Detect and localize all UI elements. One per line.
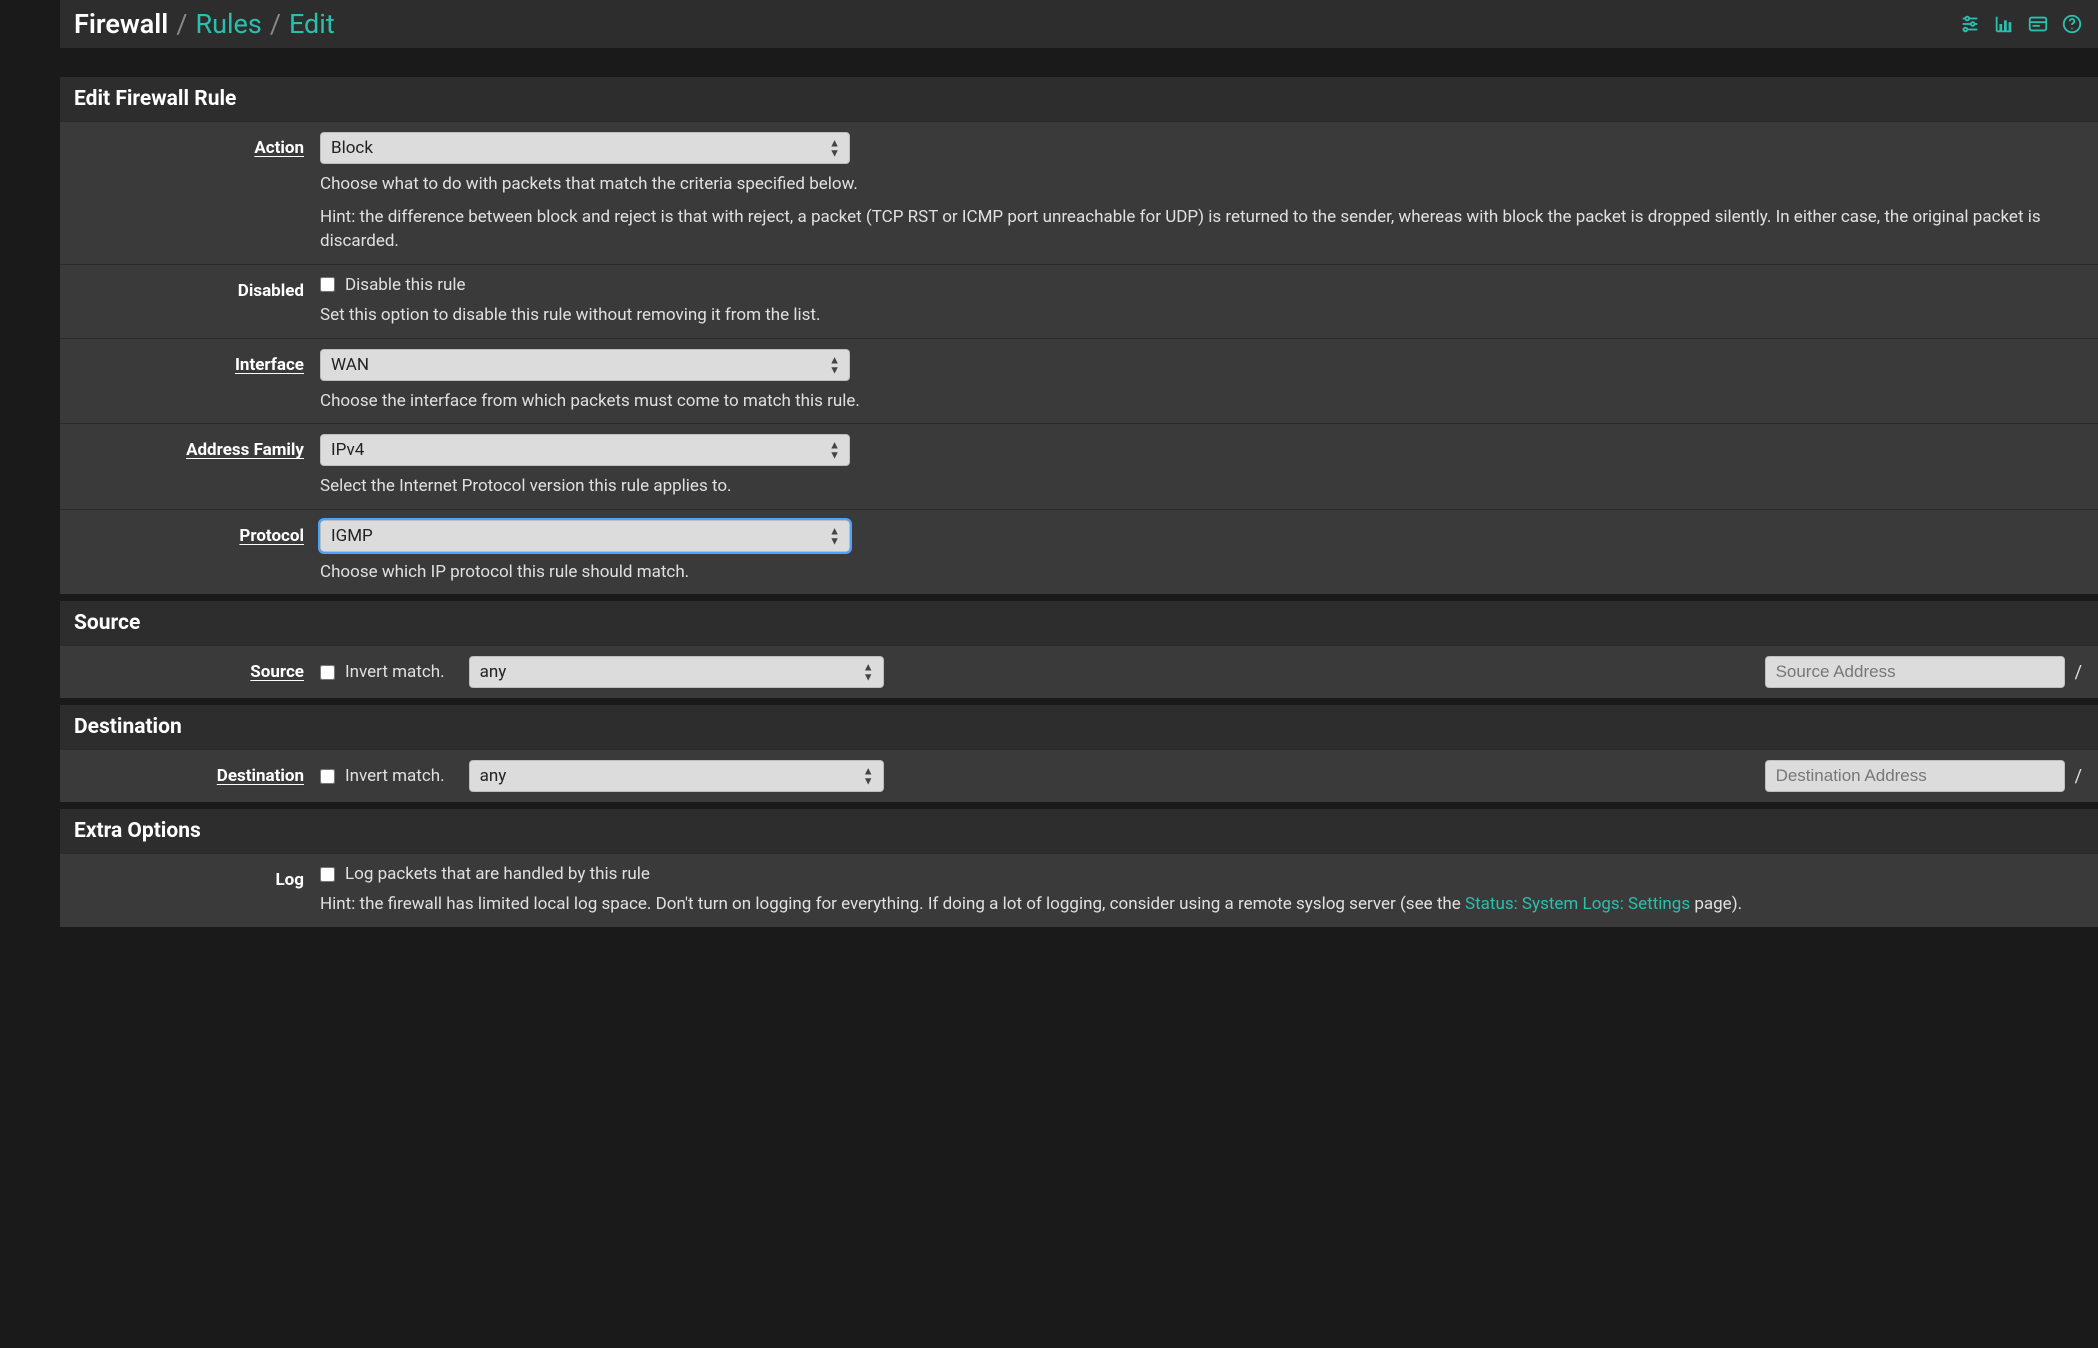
cell-disabled: Disable this rule Set this option to dis… <box>320 275 2098 328</box>
source-addr-group: / <box>1765 656 2084 688</box>
label-log: Log <box>60 864 320 917</box>
destination-addr-group: / <box>1765 760 2084 792</box>
source-type-select[interactable]: any <box>469 656 884 688</box>
destination-type-select-wrap: any ▲▼ <box>469 760 884 792</box>
help-icon[interactable] <box>2060 12 2084 36</box>
row-action: Action Block ▲▼ Choose what to do with p… <box>60 121 2098 264</box>
row-destination: Destination Invert match. any ▲▼ / <box>60 749 2098 802</box>
log-checkbox[interactable] <box>320 867 335 882</box>
destination-invert-label: Invert match. <box>345 766 445 786</box>
row-log: Log Log packets that are handled by this… <box>60 853 2098 927</box>
source-invert-row: Invert match. <box>320 662 445 682</box>
destination-mask-sep: / <box>2073 766 2084 787</box>
breadcrumb-bar: Firewall / Rules / Edit <box>60 0 2098 48</box>
toolbar-icons <box>1958 12 2084 36</box>
label-protocol: Protocol <box>60 520 320 585</box>
interface-select-wrap: WAN ▲▼ <box>320 349 850 381</box>
interface-select[interactable]: WAN <box>320 349 850 381</box>
action-select-wrap: Block ▲▼ <box>320 132 850 164</box>
breadcrumb-sep: / <box>176 8 187 40</box>
source-type-select-wrap: any ▲▼ <box>469 656 884 688</box>
label-interface: Interface <box>60 349 320 414</box>
cell-source: Invert match. any ▲▼ / <box>320 656 2098 688</box>
cell-protocol: IGMP ▲▼ Choose which IP protocol this ru… <box>320 520 2098 585</box>
source-address-input[interactable] <box>1765 656 2065 688</box>
panel-edit-rule: Edit Firewall Rule Action Block ▲▼ Choos… <box>60 76 2098 594</box>
panel-source: Source Source Invert match. any ▲▼ / <box>60 600 2098 698</box>
address-family-select-wrap: IPv4 ▲▼ <box>320 434 850 466</box>
row-interface: Interface WAN ▲▼ Choose the interface fr… <box>60 338 2098 424</box>
destination-match-group: Invert match. any ▲▼ <box>320 760 884 792</box>
breadcrumb-edit-link[interactable]: Edit <box>289 8 335 40</box>
destination-type-select[interactable]: any <box>469 760 884 792</box>
card-icon[interactable] <box>2026 12 2050 36</box>
source-invert-checkbox[interactable] <box>320 665 335 680</box>
interface-help: Choose the interface from which packets … <box>320 389 2084 414</box>
label-source: Source <box>60 656 320 688</box>
row-protocol: Protocol IGMP ▲▼ Choose which IP protoco… <box>60 509 2098 595</box>
destination-address-input[interactable] <box>1765 760 2065 792</box>
cell-interface: WAN ▲▼ Choose the interface from which p… <box>320 349 2098 414</box>
panel-destination: Destination Destination Invert match. an… <box>60 704 2098 802</box>
disabled-checkbox-label: Disable this rule <box>345 275 466 295</box>
panel-header-source: Source <box>60 600 2098 645</box>
source-match-group: Invert match. any ▲▼ <box>320 656 884 688</box>
source-invert-label: Invert match. <box>345 662 445 682</box>
row-source: Source Invert match. any ▲▼ / <box>60 645 2098 698</box>
log-checkbox-label: Log packets that are handled by this rul… <box>345 864 650 884</box>
log-hint-after: page). <box>1690 894 1742 914</box>
breadcrumb-sep: / <box>270 8 281 40</box>
log-hint: Hint: the firewall has limited local log… <box>320 892 2084 917</box>
breadcrumb-rules-link[interactable]: Rules <box>195 8 261 40</box>
action-select[interactable]: Block <box>320 132 850 164</box>
log-checkbox-row: Log packets that are handled by this rul… <box>320 864 2084 884</box>
protocol-select-wrap: IGMP ▲▼ <box>320 520 850 552</box>
label-disabled: Disabled <box>60 275 320 328</box>
action-hint: Hint: the difference between block and r… <box>320 205 2084 254</box>
destination-invert-row: Invert match. <box>320 766 445 786</box>
panel-header-edit-rule: Edit Firewall Rule <box>60 76 2098 121</box>
label-address-family: Address Family <box>60 434 320 499</box>
label-action: Action <box>60 132 320 254</box>
panel-header-destination: Destination <box>60 704 2098 749</box>
row-disabled: Disabled Disable this rule Set this opti… <box>60 264 2098 338</box>
protocol-select[interactable]: IGMP <box>320 520 850 552</box>
protocol-help: Choose which IP protocol this rule shoul… <box>320 560 2084 585</box>
log-settings-link[interactable]: Status: System Logs: Settings <box>1465 894 1690 914</box>
disabled-help: Set this option to disable this rule wit… <box>320 303 2084 328</box>
breadcrumb: Firewall / Rules / Edit <box>74 8 335 40</box>
sliders-icon[interactable] <box>1958 12 1982 36</box>
address-family-select[interactable]: IPv4 <box>320 434 850 466</box>
label-destination: Destination <box>60 760 320 792</box>
bar-chart-icon[interactable] <box>1992 12 2016 36</box>
panel-header-extra-options: Extra Options <box>60 808 2098 853</box>
row-address-family: Address Family IPv4 ▲▼ Select the Intern… <box>60 423 2098 509</box>
cell-log: Log packets that are handled by this rul… <box>320 864 2098 917</box>
source-mask-sep: / <box>2073 662 2084 683</box>
log-hint-before: Hint: the firewall has limited local log… <box>320 894 1465 914</box>
address-family-help: Select the Internet Protocol version thi… <box>320 474 2084 499</box>
panel-extra-options: Extra Options Log Log packets that are h… <box>60 808 2098 927</box>
cell-action: Block ▲▼ Choose what to do with packets … <box>320 132 2098 254</box>
action-help: Choose what to do with packets that matc… <box>320 172 2084 197</box>
disabled-checkbox-row: Disable this rule <box>320 275 2084 295</box>
cell-address-family: IPv4 ▲▼ Select the Internet Protocol ver… <box>320 434 2098 499</box>
destination-invert-checkbox[interactable] <box>320 769 335 784</box>
breadcrumb-root: Firewall <box>74 8 168 40</box>
cell-destination: Invert match. any ▲▼ / <box>320 760 2098 792</box>
disabled-checkbox[interactable] <box>320 277 335 292</box>
